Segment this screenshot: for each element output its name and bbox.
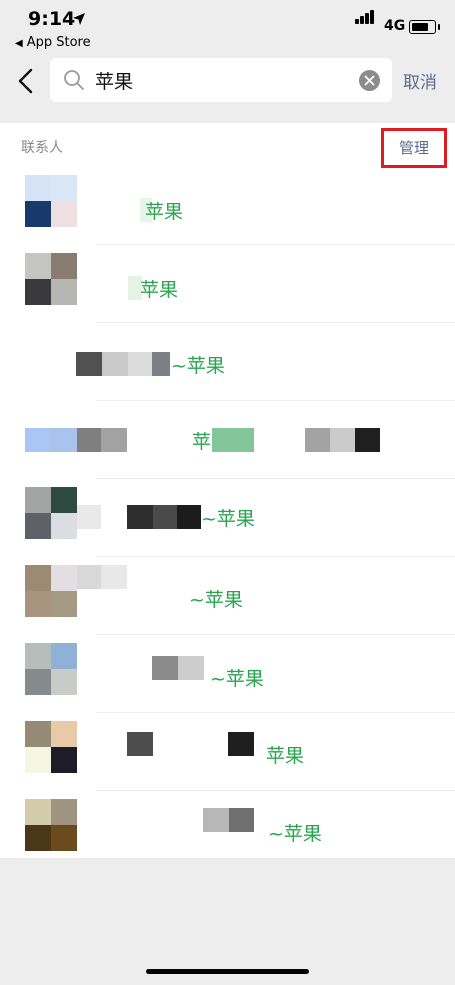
cancel-button[interactable]: 取消 (403, 68, 437, 93)
avatar (25, 643, 77, 695)
location-arrow-icon (73, 13, 85, 25)
search-query: 苹果 (95, 71, 134, 93)
avatar (25, 487, 77, 539)
network-type: 4G (384, 18, 406, 34)
search-bar-row: 苹果 取消 (0, 56, 455, 106)
avatar (25, 175, 77, 227)
contact-row[interactable]: 苹果 (0, 714, 455, 791)
back-app-label: App Store (26, 35, 91, 50)
contact-results: 联系人 管理 苹果 苹果 ~苹果 苹 ~苹果 ~苹果 ~苹果 苹果 ~苹果 (0, 123, 455, 858)
home-indicator[interactable] (146, 969, 309, 974)
back-to-app-link[interactable]: ◀ App Store (15, 35, 91, 50)
empty-area (0, 858, 455, 985)
section-header: 联系人 管理 (0, 123, 455, 168)
contact-name-match: ~苹果 (268, 823, 322, 845)
contact-name-match: 苹果 (266, 745, 305, 767)
contact-row[interactable]: ~苹果 (0, 324, 455, 401)
contact-row[interactable]: ~苹果 (0, 480, 455, 557)
highlight-box: 管理 (381, 128, 447, 168)
contact-name-match: 苹果 (140, 279, 179, 301)
contact-row[interactable]: 苹果 (0, 168, 455, 245)
back-chevron-icon[interactable] (14, 66, 40, 96)
contact-row[interactable]: ~苹果 (0, 558, 455, 635)
search-icon (64, 70, 84, 90)
search-input[interactable]: 苹果 (50, 58, 392, 102)
contact-row[interactable]: ~苹果 (0, 636, 455, 713)
avatar (25, 253, 77, 305)
section-title: 联系人 (21, 140, 63, 156)
contact-row[interactable]: 苹果 (0, 246, 455, 323)
avatar (25, 799, 77, 851)
contact-name-match: 苹 (192, 431, 212, 453)
clear-icon[interactable] (359, 70, 380, 91)
contact-name-match: ~苹果 (171, 355, 225, 377)
avatar (25, 565, 77, 617)
contact-name-match: ~苹果 (189, 589, 243, 611)
back-triangle-icon: ◀ (15, 38, 23, 49)
avatar (25, 721, 77, 773)
battery-icon (409, 20, 440, 34)
manage-button[interactable]: 管理 (384, 131, 444, 165)
contact-name-match: ~苹果 (210, 668, 264, 690)
status-bar: 9:14 ◀ App Store 4G (0, 0, 455, 56)
status-time: 9:14 (28, 8, 76, 30)
contact-row[interactable]: 苹 (0, 402, 455, 479)
contact-name-match: ~苹果 (201, 508, 255, 530)
contact-name-match: 苹果 (145, 201, 184, 223)
